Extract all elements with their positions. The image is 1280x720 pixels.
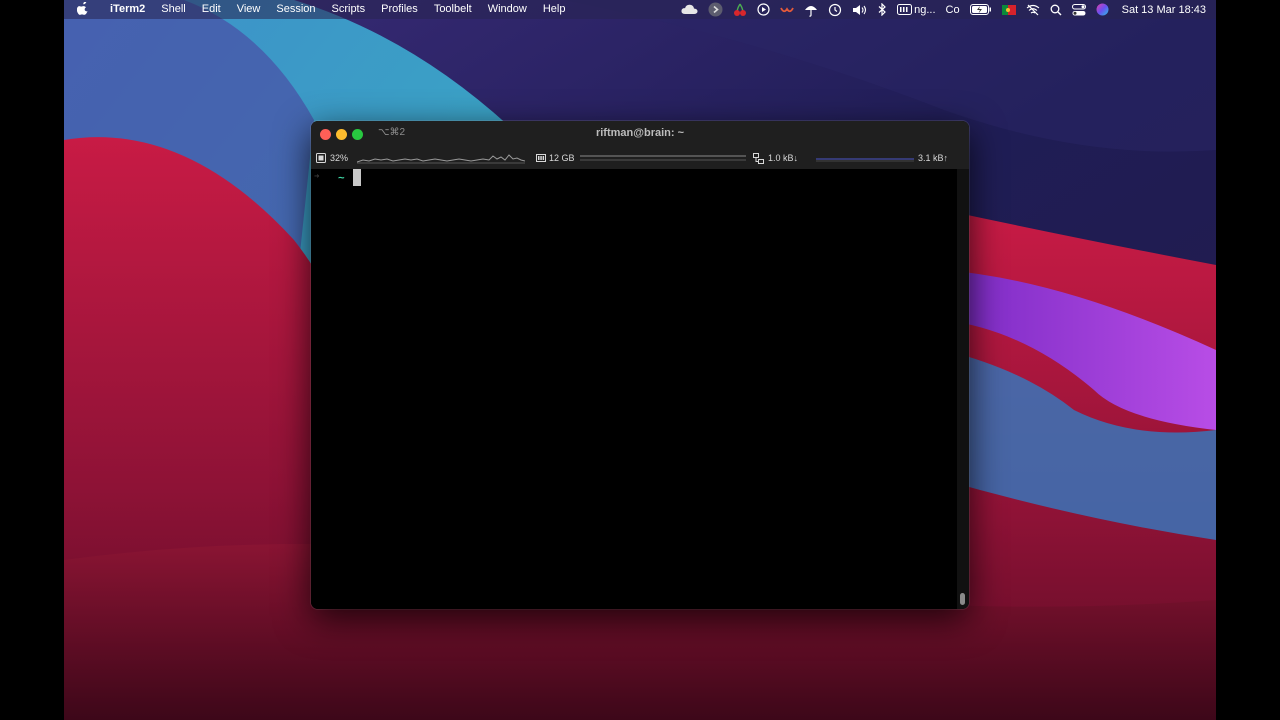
network-icon [753,153,764,166]
status-text-ng: ng... [914,3,936,16]
text-cursor [353,169,361,186]
menu-bar: iTerm2 Shell Edit View Session Scripts P… [64,0,1216,19]
window-titlebar[interactable]: ⌥⌘2 riftman@brain: ~ [311,121,969,147]
status-text-co[interactable]: Co [946,0,960,19]
spotlight-search-icon[interactable] [1050,0,1062,19]
wifi-off-icon[interactable] [1026,0,1040,19]
cloud-icon[interactable] [681,0,698,19]
terminal-output[interactable]: ➜ ~ [311,169,957,609]
battery-icon[interactable] [969,0,992,19]
scrollbar[interactable] [957,169,969,609]
flag-icon[interactable] [1001,0,1016,19]
cpu-usage: 32% [330,153,349,163]
scrollbar-thumb[interactable] [960,593,965,605]
menu-toolbelt[interactable]: Toolbelt [426,0,480,19]
cpu-icon [316,153,326,165]
menu-view[interactable]: View [229,0,269,19]
apple-menu-icon[interactable] [64,0,102,18]
cherry-icon[interactable] [733,0,747,19]
keyboard-layout-status[interactable]: ng... [897,0,936,19]
mustache-icon[interactable] [780,0,794,19]
network-download: 1.0 kB↓ [768,153,799,163]
menu-scripts[interactable]: Scripts [324,0,374,19]
desktop: iTerm2 Shell Edit View Session Scripts P… [64,0,1216,720]
umbrella-icon[interactable] [804,0,818,19]
menu-help[interactable]: Help [535,0,574,19]
siri-icon[interactable] [1096,0,1109,19]
forward-circle-icon[interactable] [708,0,723,19]
app-menu-iterm2[interactable]: iTerm2 [102,0,153,19]
network-upload: 3.1 kB↑ [918,153,949,163]
memory-graph [580,155,746,161]
time-machine-icon[interactable] [828,0,842,19]
memory-usage: 12 GB [549,153,575,163]
window-title: riftman@brain: ~ [595,127,685,139]
iterm2-window: ⌥⌘2 riftman@brain: ~ 32% 12 GB 1.0 kB↓ 3… [311,121,969,609]
control-center-icon[interactable] [1071,0,1086,19]
volume-icon[interactable] [852,0,868,19]
prompt-arrow: ➜ [314,172,320,182]
memory-icon [536,153,546,165]
menu-profiles[interactable]: Profiles [373,0,426,19]
menu-session[interactable]: Session [268,0,323,19]
prompt-directory: ~ [338,171,345,184]
bluetooth-icon[interactable] [878,0,887,19]
play-circle-icon[interactable] [757,0,770,19]
menu-edit[interactable]: Edit [194,0,229,19]
menu-window[interactable]: Window [480,0,535,19]
status-bar: 32% 12 GB 1.0 kB↓ 3.1 kB↑ [311,147,969,169]
menubar-clock[interactable]: Sat 13 Mar 18:43 [1122,0,1206,19]
network-graph [816,158,914,162]
cpu-graph [357,154,525,164]
menu-shell[interactable]: Shell [153,0,193,19]
